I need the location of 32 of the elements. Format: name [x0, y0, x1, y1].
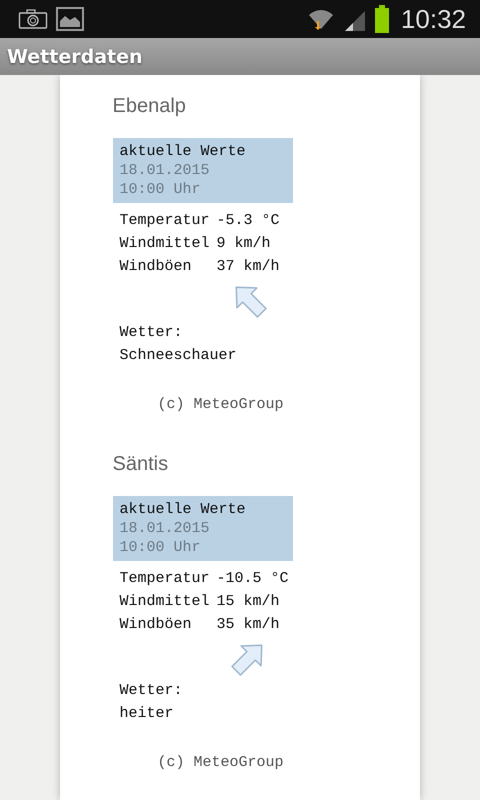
- weather-label: Wetter:: [118, 323, 183, 343]
- station-name: Ebenalp: [112, 95, 186, 118]
- measurement-value: 37 km/h: [216, 257, 280, 277]
- panel-title: aktuelle Werte: [120, 142, 246, 161]
- weather-text: heiter: [118, 704, 174, 724]
- date-text: 18.01.2015: [120, 161, 210, 180]
- station-name: Säntis: [112, 453, 168, 476]
- date-text: 18.01.2015: [120, 519, 210, 538]
- clock: 10:32: [400, 4, 466, 34]
- time-text: 10:00 Uhr: [120, 180, 201, 199]
- measurement-value: 9 km/h: [216, 234, 271, 254]
- battery-icon: [374, 5, 389, 33]
- credit-text: (c) MeteoGroup: [158, 395, 284, 415]
- measurement-label: Windmittel: [120, 234, 211, 254]
- camera-icon: [18, 8, 48, 30]
- measurement-label: Temperatur: [120, 211, 211, 231]
- app-title: Wetterdaten: [7, 46, 143, 68]
- measurement-value: -10.5 °C: [216, 569, 289, 589]
- measurement-label: Windböen: [120, 257, 193, 277]
- measurement-label: Temperatur: [120, 569, 211, 589]
- measurement-value: -5.3 °C: [216, 211, 280, 231]
- measurement-label: Windböen: [120, 615, 193, 635]
- weather-label: Wetter:: [118, 681, 183, 701]
- time-text: 10:00 Uhr: [120, 538, 201, 557]
- measurement-value: 35 km/h: [216, 615, 280, 635]
- panel-title: aktuelle Werte: [120, 500, 246, 519]
- credit-text: (c) MeteoGroup: [158, 753, 284, 773]
- measurement-label: Windmittel: [120, 592, 211, 612]
- measurement-value: 15 km/h: [216, 592, 280, 612]
- weather-text: Schneeschauer: [118, 346, 237, 366]
- image-icon: [56, 7, 84, 31]
- wifi-icon: [306, 7, 335, 31]
